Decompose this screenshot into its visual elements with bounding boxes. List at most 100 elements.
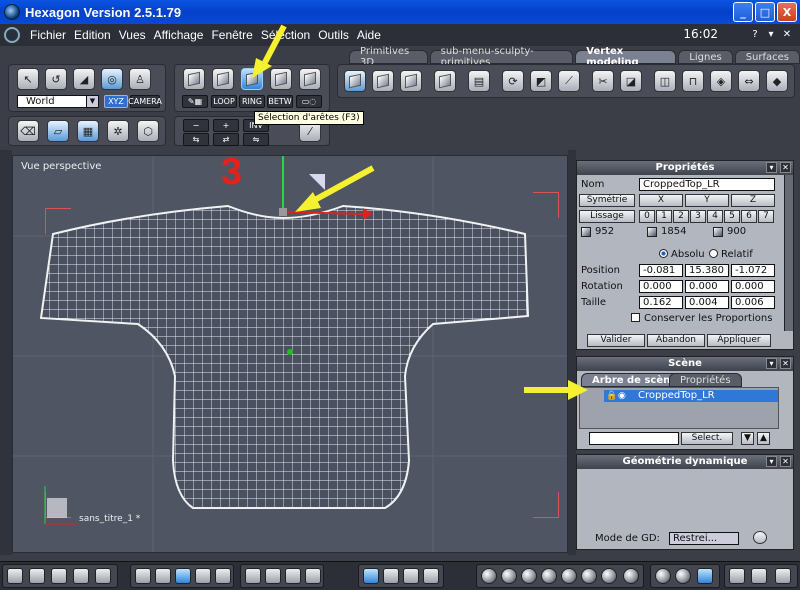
tab-scene-properties[interactable]: Propriétés: [669, 373, 742, 387]
layout-four-icon[interactable]: [95, 568, 111, 584]
cut-icon[interactable]: ✂: [592, 70, 614, 92]
keep-proportions-checkbox[interactable]: Conserver les Proportions: [631, 313, 772, 324]
shape-icon[interactable]: ▤: [468, 70, 490, 92]
camera-view-icon[interactable]: [305, 568, 321, 584]
rotation-x-field[interactable]: 0.000: [639, 280, 683, 293]
rotate-tool-icon[interactable]: ↺: [45, 68, 67, 90]
render-smooth-icon[interactable]: [541, 568, 557, 584]
more-tools-icon[interactable]: ◆: [766, 70, 788, 92]
left-collapse-strip[interactable]: [0, 150, 12, 555]
render-wire-icon[interactable]: [481, 568, 497, 584]
gd-close-icon[interactable]: ✕: [780, 456, 791, 467]
position-z-field[interactable]: -1.072: [731, 264, 775, 277]
betw-button[interactable]: BETW: [267, 95, 293, 108]
validate-button[interactable]: Valider: [587, 334, 645, 347]
smoothing-level-7[interactable]: 7: [758, 210, 774, 223]
3d-viewport[interactable]: Vue perspective 3 sans_titre_1 *: [12, 155, 568, 553]
scene-down-icon[interactable]: ▼: [741, 432, 754, 445]
restore-icon[interactable]: ▾: [764, 27, 778, 41]
xyz-button[interactable]: XYZ: [104, 95, 128, 108]
help-icon[interactable]: ?: [748, 27, 762, 41]
gd-menu-icon[interactable]: ▾: [766, 456, 777, 467]
render-texture-icon[interactable]: [581, 568, 597, 584]
relative-radio[interactable]: Relatif: [709, 249, 753, 260]
smoothing-button[interactable]: Lissage: [579, 210, 635, 223]
checker-display-icon[interactable]: [215, 568, 231, 584]
snap-icon[interactable]: ✲: [107, 120, 129, 142]
scale-tool-icon[interactable]: ◢: [73, 68, 95, 90]
grid-icon[interactable]: ▦: [77, 120, 99, 142]
paint-select-icon[interactable]: ✎▦: [182, 95, 208, 108]
scene-item[interactable]: 🔒 ◉ CroppedTop_LR: [604, 390, 778, 402]
inset-icon[interactable]: [400, 70, 422, 92]
smoothing-level-3[interactable]: 3: [690, 210, 706, 223]
lasso-select-icon[interactable]: ▭◌: [296, 95, 322, 108]
apply-button[interactable]: Appliquer: [707, 334, 771, 347]
tool-wrench-icon[interactable]: [403, 568, 419, 584]
menu-aide[interactable]: Aide: [353, 28, 385, 42]
layout-quad-icon[interactable]: [51, 568, 67, 584]
render-full-icon[interactable]: [623, 568, 639, 584]
fill-hole-icon[interactable]: ◫: [654, 70, 676, 92]
menu-vues[interactable]: Vues: [115, 28, 150, 42]
smoothing-level-5[interactable]: 5: [724, 210, 740, 223]
smoothing-level-1[interactable]: 1: [656, 210, 672, 223]
bend-icon[interactable]: ◩: [530, 70, 552, 92]
minimize-button[interactable]: _: [733, 2, 753, 22]
pan-icon[interactable]: [265, 568, 281, 584]
scene-up-icon[interactable]: ▲: [757, 432, 770, 445]
deform-icon[interactable]: ⟳: [502, 70, 524, 92]
display-grid-icon[interactable]: [135, 568, 151, 584]
gd-mode-select[interactable]: Restrei...: [669, 532, 739, 545]
snapshot-icon[interactable]: [729, 568, 745, 584]
shrink-icon[interactable]: ⇄: [213, 133, 239, 146]
eraser-icon[interactable]: ⌫: [17, 120, 39, 142]
menu-fichier[interactable]: Fichier: [26, 28, 70, 42]
mesh-display-icon[interactable]: [175, 568, 191, 584]
slice-icon[interactable]: ◪: [620, 70, 642, 92]
eye-icon[interactable]: ◉: [618, 390, 626, 402]
close-button[interactable]: X: [777, 2, 797, 22]
texture-display-icon[interactable]: [195, 568, 211, 584]
lock-icon[interactable]: 🔒: [606, 390, 617, 402]
weld-icon[interactable]: ⟋: [558, 70, 580, 92]
layer-icon[interactable]: ▱: [47, 120, 69, 142]
layout-single-icon[interactable]: [7, 568, 23, 584]
size-y-field[interactable]: 0.004: [685, 296, 729, 309]
select-arrow-icon[interactable]: ↖: [17, 68, 39, 90]
bounding-box-icon[interactable]: ⬡: [137, 120, 159, 142]
menu-outils[interactable]: Outils: [314, 28, 353, 42]
tab-sculpty-primitives[interactable]: sub-menu-sculpty-primitives: [429, 46, 574, 68]
face-select-icon[interactable]: [212, 68, 234, 90]
symmetry-x-button[interactable]: X: [639, 194, 683, 207]
symmetry-z-button[interactable]: Z: [731, 194, 775, 207]
render-wire-blue-icon[interactable]: [501, 568, 517, 584]
light-spot-icon[interactable]: [697, 568, 713, 584]
layout-split-icon[interactable]: [29, 568, 45, 584]
loop-button[interactable]: LOOP: [211, 95, 237, 108]
bevel-icon[interactable]: [372, 70, 394, 92]
panel-menu-icon[interactable]: ▾: [766, 162, 777, 173]
scene-menu-icon[interactable]: ▾: [766, 358, 777, 369]
object-select-icon[interactable]: [183, 68, 205, 90]
cancel-button[interactable]: Abandon: [647, 334, 705, 347]
symmetry-button[interactable]: Symétrie: [579, 194, 635, 207]
gd-sphere-icon[interactable]: [753, 531, 767, 544]
panel-close-icon[interactable]: ✕: [780, 162, 791, 173]
size-z-field[interactable]: 0.006: [731, 296, 775, 309]
move-axis-icon[interactable]: [363, 568, 379, 584]
extrude-icon[interactable]: [344, 70, 366, 92]
scene-filter-input[interactable]: [589, 432, 679, 445]
tab-vertex-modeling[interactable]: Vertex modeling: [575, 46, 677, 68]
tool-crossed-icon[interactable]: [383, 568, 399, 584]
minus-button[interactable]: −: [183, 119, 209, 132]
tab-primitives-3d[interactable]: Primitives 3D: [349, 46, 428, 68]
position-y-field[interactable]: 15.380: [685, 264, 729, 277]
layout-three-icon[interactable]: [73, 568, 89, 584]
ring-button[interactable]: RING: [239, 95, 265, 108]
light-env-icon[interactable]: [675, 568, 691, 584]
rotation-y-field[interactable]: 0.000: [685, 280, 729, 293]
render-shaded-icon[interactable]: [521, 568, 537, 584]
grow-icon[interactable]: ⇆: [183, 133, 209, 146]
smoothing-level-2[interactable]: 2: [673, 210, 689, 223]
